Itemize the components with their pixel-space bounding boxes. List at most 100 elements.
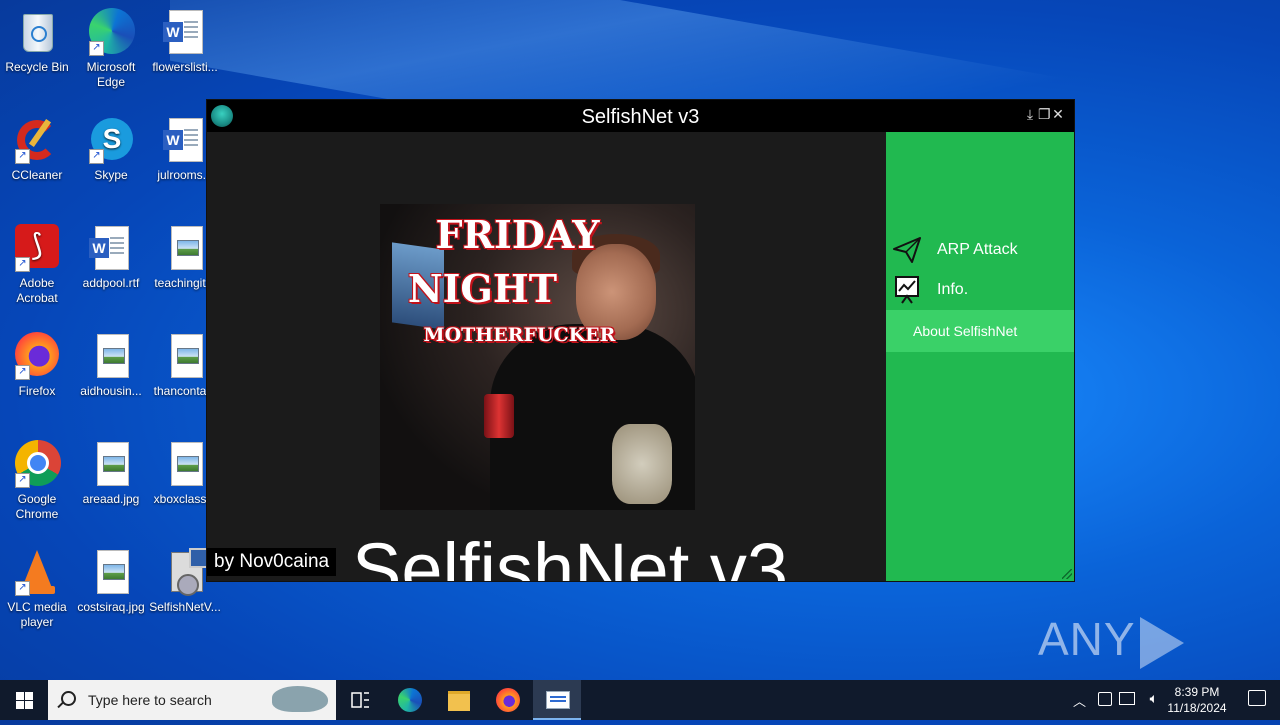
taskbar: Type here to search ︿ 🔈︎ 8:39 PM 11/18/2… xyxy=(0,680,1280,720)
firefox-icon xyxy=(496,688,520,712)
about-selfishnet-button[interactable]: About SelfishNet xyxy=(886,310,1074,352)
desktop-icon-google-chrome[interactable]: ↗ Google Chrome xyxy=(0,440,74,522)
menu-item-label: ARP Attack xyxy=(937,241,1018,258)
desktop-icon-label: VLC media player xyxy=(7,600,67,629)
close-icon[interactable]: ✕ xyxy=(1052,106,1066,123)
desktop-icon-label: CCleaner xyxy=(11,168,63,182)
desktop-icon-label: areaad.jpg xyxy=(82,492,140,506)
search-icon xyxy=(61,691,76,706)
installer-icon xyxy=(161,548,213,596)
big-app-title: SelfishNet v3 xyxy=(352,528,788,581)
app-window-icon xyxy=(546,691,570,709)
word-document-icon: W xyxy=(161,8,209,56)
edge-icon: ↗ xyxy=(87,8,135,56)
image-file-icon xyxy=(161,440,209,488)
menu-item-info[interactable]: Info. xyxy=(886,273,1074,307)
task-view-button[interactable] xyxy=(336,680,384,720)
desktop-icon-microsoft-edge[interactable]: ↗ Microsoft Edge xyxy=(74,8,148,90)
image-file-icon xyxy=(161,224,209,272)
banner-line-2: NIGHT xyxy=(407,266,558,311)
word-document-icon: W xyxy=(161,116,209,164)
image-file-icon xyxy=(161,332,209,380)
taskbar-clock[interactable]: 8:39 PM 11/18/2024 xyxy=(1162,684,1232,716)
firefox-icon: ↗ xyxy=(13,332,61,380)
taskbar-edge[interactable] xyxy=(386,680,434,720)
shortcut-arrow-icon: ↗ xyxy=(15,149,30,164)
search-placeholder: Type here to search xyxy=(88,692,212,708)
play-triangle-icon xyxy=(1139,616,1184,669)
shortcut-arrow-icon: ↗ xyxy=(15,473,30,488)
desktop-icon-label: costsiraq.jpg xyxy=(77,600,145,614)
desktop-icon-costsiraq[interactable]: costsiraq.jpg xyxy=(74,548,148,615)
download-icon[interactable]: ⤓ xyxy=(1024,106,1038,123)
volume-icon[interactable]: 🔈︎ xyxy=(1150,690,1158,707)
chrome-icon: ↗ xyxy=(13,440,61,488)
restore-icon[interactable]: ❐ xyxy=(1038,106,1052,123)
chart-board-icon xyxy=(895,276,919,304)
adobe-acrobat-icon: ⟆ ↗ xyxy=(13,224,61,272)
desktop-icon-aidhousing[interactable]: aidhousin... xyxy=(74,332,148,399)
edge-icon xyxy=(398,688,422,712)
desktop-icon-label: SelfishNetV... xyxy=(149,600,221,614)
window-titlebar[interactable]: SelfishNet v3 ⤓ ❐✕ xyxy=(207,100,1074,132)
sidebar-menu: ARP Attack Info. About SelfishNet xyxy=(886,132,1074,581)
desktop-icon-recycle-bin[interactable]: Recycle Bin xyxy=(0,8,74,75)
folder-icon xyxy=(448,691,470,711)
desktop-icon-label: Skype xyxy=(94,168,128,182)
shortcut-arrow-icon: ↗ xyxy=(89,41,104,56)
desktop-icon-vlc[interactable]: ↗ VLC media player xyxy=(0,548,74,630)
desktop-icon-ccleaner[interactable]: ↗ CCleaner xyxy=(0,116,74,183)
skype-icon: S ↗ xyxy=(87,116,135,164)
author-byline: by Nov0caina xyxy=(207,548,337,576)
desktop-icon-areaad[interactable]: areaad.jpg xyxy=(74,440,148,507)
start-button[interactable] xyxy=(0,680,48,720)
shortcut-arrow-icon: ↗ xyxy=(89,149,104,164)
desktop-icon-label: Microsoft Edge xyxy=(86,60,136,89)
desktop-icon-label: aidhousin... xyxy=(80,384,142,398)
desktop-icon-label: Adobe Acrobat xyxy=(16,276,58,305)
about-label: About SelfishNet xyxy=(913,323,1018,339)
taskbar-selfishnet[interactable] xyxy=(533,680,581,720)
window-title: SelfishNet v3 xyxy=(581,106,700,128)
image-file-icon xyxy=(87,440,135,488)
desktop-icon-skype[interactable]: S ↗ Skype xyxy=(74,116,148,183)
banner-line-1: FRIDAY xyxy=(435,212,600,257)
network-icon[interactable] xyxy=(1119,692,1135,705)
menu-item-label: Info. xyxy=(937,281,969,298)
desktop-icon-flowerslist[interactable]: W flowerslisti... xyxy=(148,8,222,75)
word-document-icon: W xyxy=(87,224,135,272)
shortcut-arrow-icon: ↗ xyxy=(15,581,30,596)
taskbar-firefox[interactable] xyxy=(484,680,532,720)
menu-item-arp-attack[interactable]: ARP Attack xyxy=(886,233,1074,267)
desktop-icon-label: Recycle Bin xyxy=(5,60,69,74)
taskbar-search-box[interactable]: Type here to search xyxy=(48,680,336,720)
banner-image: FRIDAY NIGHT MOTHERFUCKER xyxy=(380,204,695,510)
image-file-icon xyxy=(87,332,135,380)
task-view-icon xyxy=(351,692,369,708)
window-controls: ⤓ ❐✕ xyxy=(1024,106,1066,123)
banner-line-3: MOTHERFUCKER xyxy=(423,324,616,346)
chevron-up-icon[interactable]: ︿ xyxy=(1073,691,1086,710)
shortcut-arrow-icon: ↗ xyxy=(15,365,30,380)
desktop-icon-addpool[interactable]: W addpool.rtf xyxy=(74,224,148,291)
image-file-icon xyxy=(87,548,135,596)
desktop-icon-label: Firefox xyxy=(18,384,56,398)
desktop-icon-label: Google Chrome xyxy=(15,492,59,521)
desktop-icon-adobe-acrobat[interactable]: ⟆ ↗ Adobe Acrobat xyxy=(0,224,74,306)
desktop-icon-label: addpool.rtf xyxy=(82,276,140,290)
search-highlight-icon xyxy=(272,686,328,712)
vlc-cone-icon: ↗ xyxy=(13,548,61,596)
taskbar-file-explorer[interactable] xyxy=(435,680,483,720)
main-content: FRIDAY NIGHT MOTHERFUCKER SelfishNet v3 … xyxy=(207,132,886,581)
watermark-left: ANY xyxy=(1038,613,1136,665)
defender-icon[interactable] xyxy=(1098,692,1112,706)
recycle-bin-icon xyxy=(13,8,61,56)
desktop-icon-firefox[interactable]: ↗ Firefox xyxy=(0,332,74,399)
notification-icon[interactable] xyxy=(1248,690,1266,706)
clock-date: 11/18/2024 xyxy=(1167,701,1227,715)
ccleaner-icon: ↗ xyxy=(13,116,61,164)
resize-grip-icon[interactable] xyxy=(1062,569,1072,579)
clock-time: 8:39 PM xyxy=(1174,685,1220,699)
selfishnet-window: SelfishNet v3 ⤓ ❐✕ FRIDAY NIGHT MOTHERFUC… xyxy=(206,99,1075,582)
shortcut-arrow-icon: ↗ xyxy=(15,257,30,272)
